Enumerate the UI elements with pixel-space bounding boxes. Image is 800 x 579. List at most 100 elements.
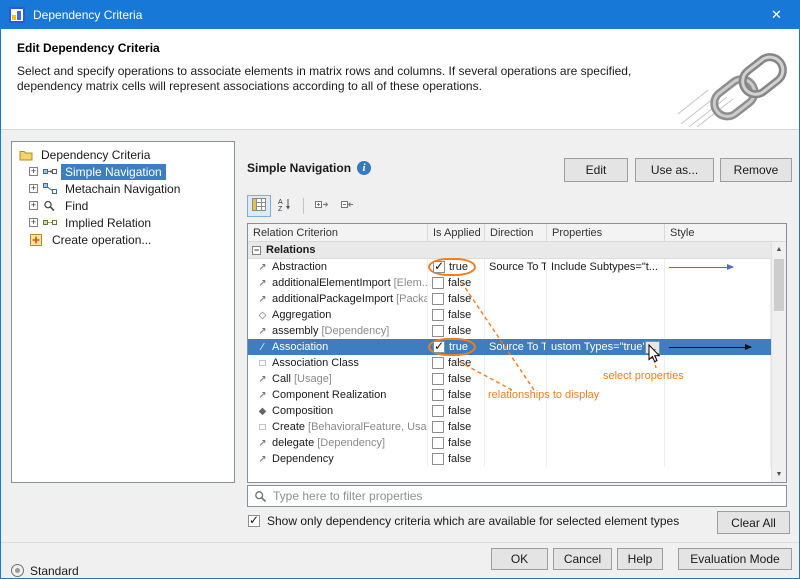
relation-row-abstraction[interactable]: ↗AbstractiontrueSource To T...Include Su… (248, 259, 771, 275)
properties-cell: ustom Types="true"... (547, 339, 665, 355)
filter-input[interactable] (273, 489, 780, 503)
properties-cell (547, 387, 665, 403)
tree-item-find[interactable]: +Find (12, 197, 234, 214)
is-applied-checkbox[interactable] (432, 309, 444, 321)
is-applied-checkbox[interactable] (432, 325, 444, 337)
is-applied-checkbox[interactable] (432, 277, 444, 289)
is-applied-checkbox[interactable] (433, 261, 445, 273)
direction-value: Source To T... (489, 341, 547, 353)
ok-button[interactable]: OK (491, 548, 548, 570)
style-cell (665, 419, 771, 435)
style-cell (665, 275, 771, 291)
is-applied-value: false (448, 389, 471, 401)
table-body: − Relations ↗AbstractiontrueSource To T.… (248, 242, 771, 482)
is-applied-cell: true (428, 339, 485, 355)
tree-item-metachain-navigation[interactable]: +Metachain Navigation (12, 180, 234, 197)
relation-name: Abstraction (272, 261, 327, 273)
column-header-is-applied[interactable]: Is Applied (428, 224, 485, 241)
edit-button[interactable]: Edit (564, 158, 628, 182)
panel-header: Simple Navigation i (247, 161, 371, 175)
direction-cell (485, 291, 547, 307)
tree-item-label: Simple Navigation (61, 164, 166, 180)
is-applied-checkbox[interactable] (432, 293, 444, 305)
is-applied-checkbox[interactable] (432, 389, 444, 401)
expand-icon[interactable]: + (29, 218, 38, 227)
expand-icon[interactable]: + (29, 201, 38, 210)
column-header-properties[interactable]: Properties (547, 224, 665, 241)
direction-cell (485, 371, 547, 387)
relation-name: additionalElementImport (272, 277, 391, 289)
direction-cell (485, 307, 547, 323)
relation-name: Create (272, 421, 305, 433)
perspective-icon[interactable] (11, 564, 24, 577)
svg-text:A: A (278, 199, 283, 206)
column-header-relation-criterion[interactable]: Relation Criterion (248, 224, 428, 241)
properties-cell (547, 435, 665, 451)
tree-item-dependency-criteria[interactable]: Dependency Criteria (12, 146, 234, 163)
is-applied-checkbox[interactable] (432, 453, 444, 465)
style-cell (665, 387, 771, 403)
tree-item-simple-navigation[interactable]: + Simple Navigation (12, 163, 234, 180)
relation-row-additionalpackageimport[interactable]: ↗additionalPackageImport[Packa...false (248, 291, 771, 307)
relation-row-composition[interactable]: ◆Compositionfalse (248, 403, 771, 419)
collapse-nodes-button[interactable] (336, 195, 360, 217)
relation-row-additionalelementimport[interactable]: ↗additionalElementImport[Elem...false (248, 275, 771, 291)
is-applied-checkbox[interactable] (432, 405, 444, 417)
relation-row-create[interactable]: □Create[BehavioralFeature, Usa...false (248, 419, 771, 435)
cancel-button[interactable]: Cancel (553, 548, 612, 570)
show-only-checkbox[interactable] (248, 515, 260, 527)
tree-item-implied-relation[interactable]: +Implied Relation (12, 214, 234, 231)
line-icon: ∕ (256, 342, 269, 353)
collapse-icon[interactable]: − (252, 246, 261, 255)
expand-icon[interactable]: + (29, 184, 38, 193)
dashed-arrow-icon: ↗ (256, 374, 269, 385)
vertical-scrollbar[interactable]: ▲ ▼ (771, 242, 786, 482)
relation-row-aggregation[interactable]: ◇Aggregationfalse (248, 307, 771, 323)
show-only-label: Show only dependency criteria which are … (267, 514, 679, 528)
scroll-down-icon[interactable]: ▼ (772, 467, 786, 482)
table-toolbar: AZ (247, 194, 360, 218)
relation-row-delegate[interactable]: ↗delegate[Dependency]false (248, 435, 771, 451)
scrollbar-thumb[interactable] (774, 259, 784, 311)
help-button[interactable]: Help (617, 548, 663, 570)
criteria-tree: Dependency Criteria + Simple Navigation+Me… (11, 141, 235, 483)
column-header-style[interactable]: Style (665, 224, 771, 241)
properties-ellipsis-button[interactable]: ... (645, 341, 660, 354)
relation-row-association-class[interactable]: □Association Classfalse (248, 355, 771, 371)
scroll-up-icon[interactable]: ▲ (772, 242, 786, 257)
view-mode-button[interactable] (247, 195, 271, 217)
relation-criterion-cell: ↗assembly[Dependency] (248, 323, 428, 339)
use-as-button[interactable]: Use as... (635, 158, 714, 182)
is-applied-checkbox[interactable] (433, 341, 445, 353)
relation-row-component-realization[interactable]: ↗Component Realizationfalse (248, 387, 771, 403)
evaluation-mode-button[interactable]: Evaluation Mode (678, 548, 792, 570)
tree-item-create-operation[interactable]: Create operation... (12, 231, 234, 248)
is-applied-checkbox[interactable] (432, 437, 444, 449)
expand-icon[interactable]: + (29, 167, 38, 176)
style-cell (665, 291, 771, 307)
toolbar-separator (303, 198, 304, 214)
info-icon[interactable]: i (357, 161, 371, 175)
dashed-arrow-icon: ↗ (256, 454, 269, 465)
close-icon[interactable]: ✕ (754, 1, 799, 29)
is-applied-checkbox[interactable] (432, 421, 444, 433)
relation-row-association[interactable]: ∕AssociationtrueSource To T...ustom Type… (248, 339, 771, 355)
is-applied-checkbox[interactable] (432, 373, 444, 385)
filled-diamond-icon: ◆ (256, 406, 269, 417)
clear-all-button[interactable]: Clear All (717, 511, 790, 534)
column-header-direction[interactable]: Direction (485, 224, 547, 241)
relation-name: Composition (272, 405, 333, 417)
relations-group-row[interactable]: − Relations (248, 242, 771, 259)
implied-relation-icon (42, 217, 57, 228)
dashed-arrow-icon: ↗ (256, 278, 269, 289)
expand-nodes-button[interactable] (310, 195, 334, 217)
is-applied-value: false (448, 373, 471, 385)
is-applied-checkbox[interactable] (432, 357, 444, 369)
relation-name: assembly (272, 325, 318, 337)
relation-row-call[interactable]: ↗Call[Usage]false (248, 371, 771, 387)
remove-button[interactable]: Remove (720, 158, 792, 182)
relation-row-dependency[interactable]: ↗Dependencyfalse (248, 451, 771, 467)
is-applied-value: false (448, 437, 471, 449)
relation-row-assembly[interactable]: ↗assembly[Dependency]false (248, 323, 771, 339)
sort-button[interactable]: AZ (273, 195, 297, 217)
